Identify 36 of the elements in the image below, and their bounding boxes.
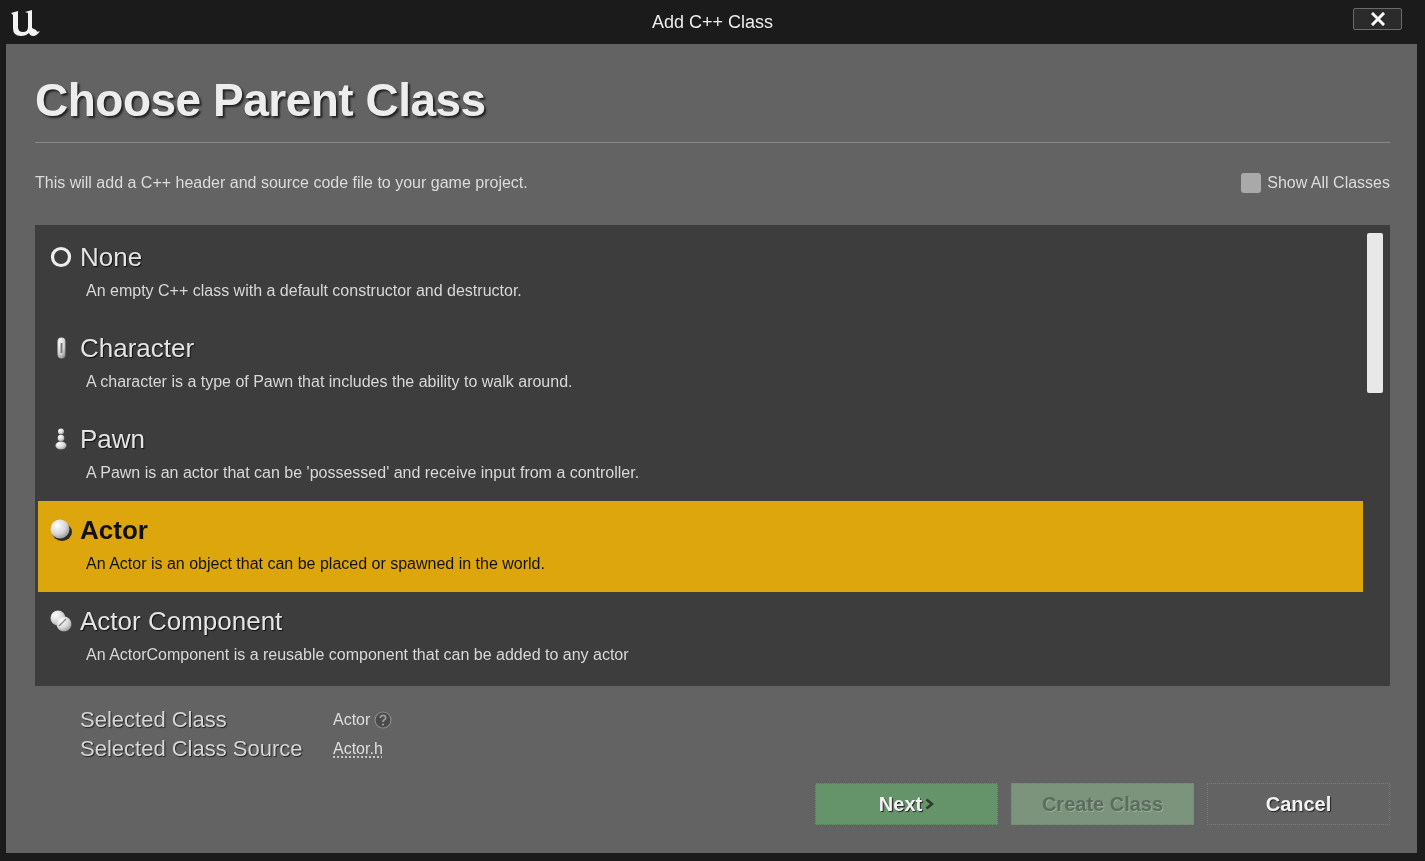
description-text: This will add a C++ header and source code file to your game project. — [35, 174, 528, 192]
close-icon — [1370, 12, 1385, 26]
class-name: Actor — [80, 515, 148, 545]
class-list-item[interactable]: Actor An Actor is an object that can be placed or spawned in the world. — [38, 501, 1363, 592]
spheres-icon — [50, 610, 72, 632]
cancel-button[interactable]: Cancel — [1207, 783, 1390, 825]
stacked-spheres-icon — [55, 428, 67, 450]
checkbox-label[interactable]: Show All Classes — [1267, 174, 1390, 192]
class-list-item[interactable]: Pawn A Pawn is an actor that can be 'possessed' and receive input from a controller. — [38, 410, 1363, 501]
class-description: An empty C++ class with a default constructor and destructor. — [86, 281, 523, 301]
source-file-link[interactable]: Actor.h — [333, 739, 383, 758]
class-name: None — [80, 242, 143, 272]
field-label: Selected Class Source — [80, 735, 304, 762]
ring-icon — [50, 246, 72, 268]
window-title: Add C++ Class — [651, 11, 774, 33]
capsule-icon — [56, 337, 66, 359]
class-list-item[interactable]: Character A character is a type of Pawn that includes the ability to walk around. — [38, 319, 1363, 410]
class-description: A Pawn is an actor that can be 'possessed' and receive input from a controller. — [86, 463, 641, 483]
class-description: An ActorComponent is a reusable component that can be added to any actor — [86, 645, 630, 665]
logo-icon — [9, 9, 41, 37]
help-icon[interactable] — [374, 710, 393, 729]
close-button[interactable] — [1353, 8, 1402, 30]
class-list-item[interactable]: Actor Component An ActorComponent is a reusable component that can be added to any actor — [38, 592, 1363, 683]
class-description: An Actor is an object that can be placed or spawned in the world. — [86, 554, 546, 574]
class-description: A character is a type of Pawn that includes the ability to walk around. — [86, 372, 574, 392]
class-name: Actor Component — [80, 606, 283, 636]
scrollbar-thumb[interactable] — [1367, 233, 1383, 393]
dialog-heading: Choose Parent Class — [35, 73, 487, 128]
class-list-item[interactable]: None An empty C++ class with a default constructor and destructor. — [38, 228, 1363, 319]
field-label: Selected Class — [80, 706, 228, 733]
field-value: Actor — [333, 710, 371, 729]
checkbox[interactable] — [1241, 173, 1262, 193]
chevron-icon — [925, 798, 935, 810]
sphere-icon — [50, 519, 72, 541]
class-name: Pawn — [80, 424, 146, 454]
class-name: Character — [80, 333, 195, 363]
